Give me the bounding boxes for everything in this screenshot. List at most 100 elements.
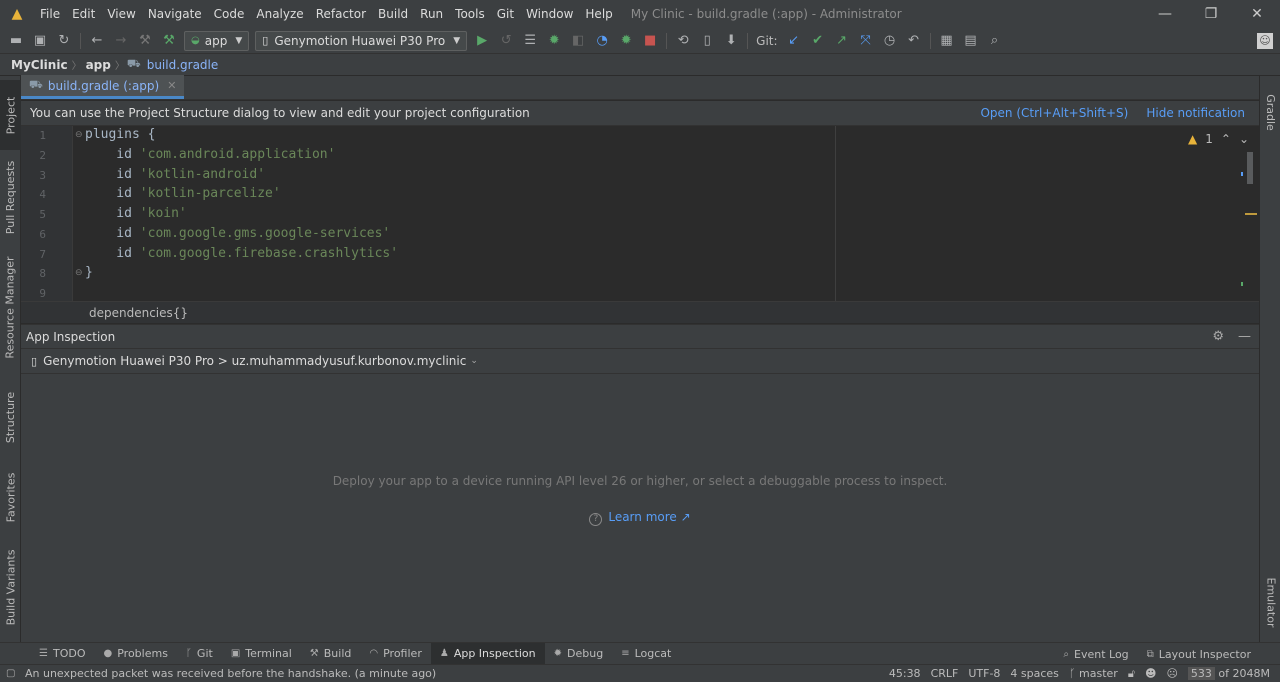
tool-tab-terminal[interactable]: ▣ Terminal (222, 643, 301, 665)
menu-edit[interactable]: Edit (66, 7, 101, 21)
open-folder-icon[interactable]: ▬ (5, 30, 27, 52)
minimize-icon[interactable]: — (1238, 329, 1251, 344)
tool-tab-build-variants[interactable]: Build Variants (0, 542, 21, 632)
editor-tab-build-gradle[interactable]: ⛟ build.gradle (:app) ✕ (21, 75, 185, 99)
menu-tools[interactable]: Tools (449, 7, 491, 21)
hammer-icon[interactable]: ⚒ (134, 30, 156, 52)
forward-arrow-icon[interactable]: → (110, 30, 132, 52)
tool-tab-logcat[interactable]: ≡ Logcat (612, 643, 680, 665)
menu-run[interactable]: Run (414, 7, 449, 21)
menu-file[interactable]: File (34, 7, 66, 21)
user-avatar-icon[interactable]: ☺ (1257, 32, 1273, 49)
fold-icon[interactable]: ⊖ (75, 130, 83, 140)
code-editor[interactable]: 1 2 3 4 5 6 7 8 9 ⊖ ⊖ plugins { id 'com.… (21, 126, 1259, 301)
memory-indicator[interactable]: 533 of 2048M (1187, 667, 1270, 680)
git-merge-icon[interactable]: ⤧ (855, 30, 877, 52)
breadcrumb-module[interactable]: app (82, 58, 115, 72)
menu-help[interactable]: Help (579, 7, 618, 21)
close-window-button[interactable]: ✕ (1234, 0, 1280, 28)
learn-more-link[interactable]: ? Learn more ↗ (21, 510, 1259, 526)
status-toggle-icon[interactable]: ▢ (6, 668, 15, 679)
tool-tab-app-inspection[interactable]: ♟ App Inspection (430, 642, 545, 665)
history-icon[interactable]: ◷ (879, 30, 901, 52)
debug-icon[interactable]: ✹ (543, 30, 565, 52)
tool-tab-layout-inspector[interactable]: ⧉ Layout Inspector (1138, 643, 1260, 665)
tool-tab-pull-requests[interactable]: Pull Requests (0, 152, 21, 242)
next-highlight-icon[interactable]: ⌄ (1239, 132, 1249, 146)
tool-tab-favorites[interactable]: Favorites (0, 462, 21, 532)
sdk-manager-icon[interactable]: ⬇ (720, 30, 742, 52)
line-separator[interactable]: CRLF (931, 667, 959, 680)
tool-tab-profiler[interactable]: ◠ Profiler (360, 643, 430, 665)
caret-position[interactable]: 45:38 (889, 667, 921, 680)
menu-window[interactable]: Window (520, 7, 579, 21)
tool-tab-build[interactable]: ⚒ Build (301, 643, 361, 665)
device-manager-icon[interactable]: ▯ (696, 30, 718, 52)
run-config-combo[interactable]: ◒ app ▼ (184, 30, 250, 51)
menu-view[interactable]: View (101, 7, 141, 21)
save-all-icon[interactable]: ▣ (29, 30, 51, 52)
minimize-button[interactable]: — (1142, 0, 1188, 28)
smiley-icon[interactable]: ☻ (1145, 667, 1156, 680)
search-icon[interactable]: ⌕ (984, 30, 1006, 52)
profile-icon[interactable]: ◔ (591, 30, 613, 52)
tool-tab-gradle[interactable]: Gradle (1260, 82, 1280, 142)
editor-breadcrumb[interactable]: dependencies{} (21, 301, 1259, 323)
menu-refactor[interactable]: Refactor (310, 7, 372, 21)
breadcrumb-dependencies[interactable]: dependencies{} (89, 306, 188, 320)
coverage-icon[interactable]: ◧ (567, 30, 589, 52)
tool-tab-emulator[interactable]: Emulator (1260, 572, 1280, 632)
git-branch[interactable]: ᚴ master (1069, 667, 1118, 680)
menu-git[interactable]: Git (491, 7, 520, 21)
hide-notification-link[interactable]: Hide notification (1146, 106, 1245, 120)
open-project-structure-link[interactable]: Open (Ctrl+Alt+Shift+S) (980, 106, 1128, 120)
menu-navigate[interactable]: Navigate (142, 7, 208, 21)
breadcrumb-project[interactable]: MyClinic (7, 58, 72, 72)
menu-analyze[interactable]: Analyze (250, 7, 309, 21)
fold-icon[interactable]: ⊖ (75, 268, 83, 278)
process-selector[interactable]: ▯ Genymotion Huawei P30 Pro > uz.muhamma… (21, 348, 1259, 374)
warning-count[interactable]: 1 (1205, 132, 1213, 146)
warning-icon[interactable]: ▲ (1188, 132, 1197, 146)
back-arrow-icon[interactable]: ← (86, 30, 108, 52)
close-icon[interactable]: ✕ (167, 79, 176, 92)
breadcrumb-file[interactable]: build.gradle (143, 58, 223, 72)
menu-build[interactable]: Build (372, 7, 414, 21)
warning-marker[interactable] (1245, 213, 1257, 215)
previous-highlight-icon[interactable]: ⌃ (1221, 132, 1231, 146)
status-message[interactable]: An unexpected packet was received before… (0, 667, 436, 680)
help-icon: ? (589, 513, 603, 526)
git-update-icon[interactable]: ↙ (783, 30, 805, 52)
tool-tab-structure[interactable]: Structure (0, 382, 21, 452)
stop-icon[interactable]: ■ (639, 30, 661, 52)
tool-tab-resource-manager[interactable]: Resource Manager (0, 252, 21, 362)
restore-button[interactable]: ❐ (1188, 0, 1234, 28)
tool-tab-event-log[interactable]: ⌕ Event Log (1054, 643, 1137, 665)
tool-tab-git[interactable]: ᚴ Git (177, 643, 222, 665)
tool-tab-todo[interactable]: ☰ TODO (30, 643, 94, 665)
project-structure-icon[interactable]: ▦ (936, 30, 958, 52)
lock-icon[interactable]: 🔓︎ (1128, 667, 1135, 681)
sync-icon[interactable]: ↻ (53, 30, 75, 52)
sad-face-icon[interactable]: ☹ (1166, 667, 1177, 680)
file-encoding[interactable]: UTF-8 (968, 667, 1000, 680)
inspection-icon: ♟ (439, 648, 449, 659)
git-push-icon[interactable]: ↗ (831, 30, 853, 52)
apply-code-changes-icon[interactable]: ☰ (519, 30, 541, 52)
sync-gradle-icon[interactable]: ⟲ (672, 30, 694, 52)
apply-changes-icon[interactable]: ↺ (495, 30, 517, 52)
menu-code[interactable]: Code (208, 7, 251, 21)
tool-tab-debug[interactable]: ✹ Debug (545, 643, 613, 665)
run-icon[interactable]: ▶ (471, 30, 493, 52)
rollback-icon[interactable]: ↶ (903, 30, 925, 52)
gear-icon[interactable]: ⚙ (1212, 329, 1224, 344)
tool-tab-problems[interactable]: ● Problems (94, 643, 176, 665)
editor-scrollbar-thumb[interactable] (1247, 152, 1253, 184)
attach-debugger-icon[interactable]: ✹ (615, 30, 637, 52)
make-module-icon[interactable]: ⚒ (158, 30, 180, 52)
git-commit-icon[interactable]: ✔ (807, 30, 829, 52)
tool-tab-project[interactable]: Project (0, 80, 21, 150)
indent-setting[interactable]: 4 spaces (1010, 667, 1059, 680)
layout-icon[interactable]: ▤ (960, 30, 982, 52)
device-combo[interactable]: ▯ Genymotion Huawei P30 Pro ▼ (255, 30, 468, 51)
